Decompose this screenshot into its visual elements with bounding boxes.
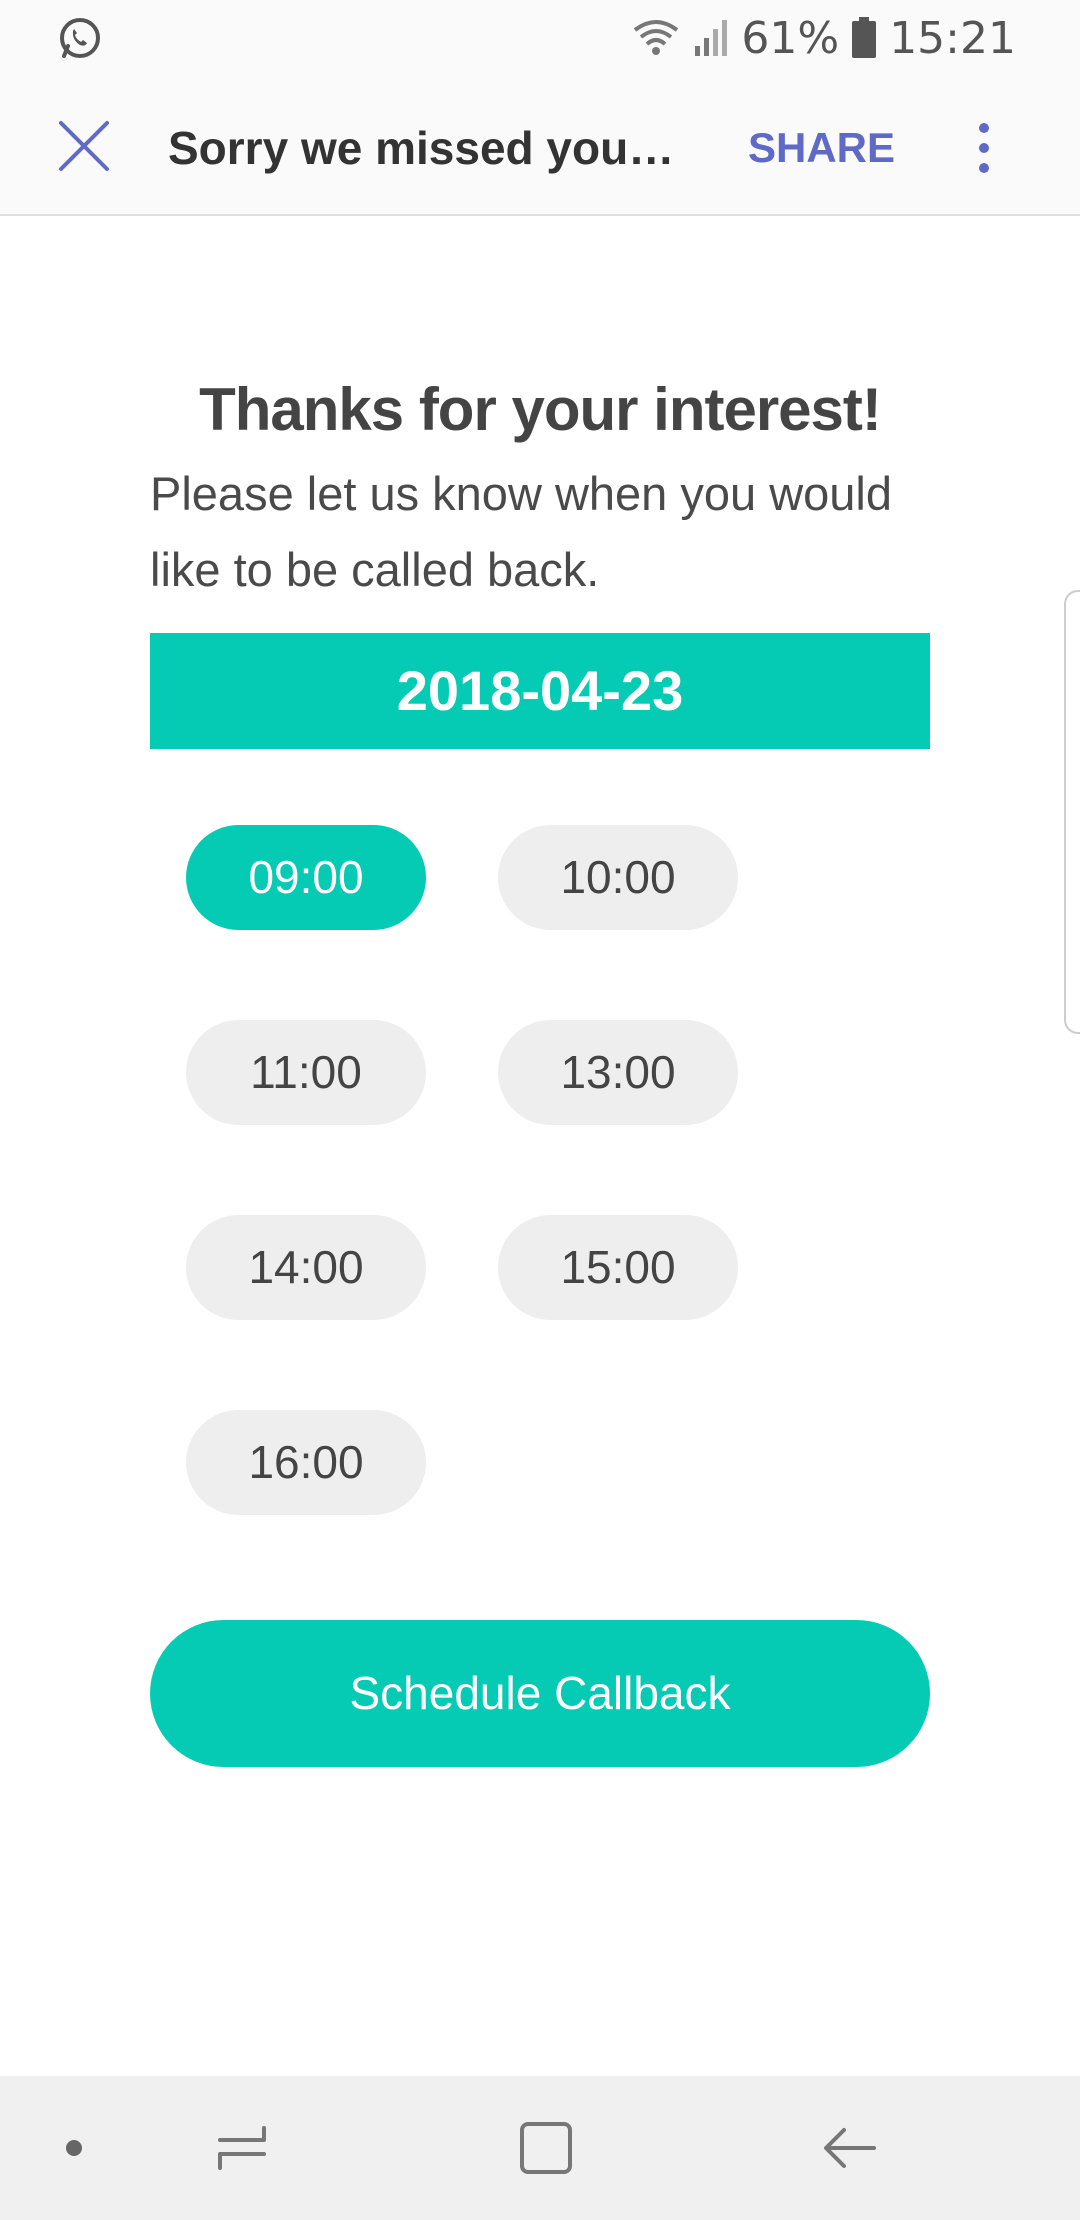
more-vert-icon	[979, 123, 989, 133]
clock: 15:21	[889, 12, 1016, 64]
edge-panel-handle[interactable]	[1064, 590, 1080, 1034]
callback-prompt: Please let us know when you would like t…	[150, 467, 892, 596]
share-button[interactable]: SHARE	[748, 116, 895, 180]
time-slot-1600[interactable]: 16:00	[186, 1410, 426, 1515]
home-button[interactable]	[516, 2118, 576, 2178]
battery-icon	[852, 17, 877, 58]
nav-dot-icon[interactable]	[66, 2140, 82, 2156]
time-slot-0900[interactable]: 09:00	[186, 825, 426, 930]
recents-button[interactable]	[214, 2120, 270, 2176]
back-button[interactable]	[820, 2118, 880, 2178]
close-button[interactable]	[52, 114, 116, 178]
time-slot-1100[interactable]: 11:00	[186, 1020, 426, 1125]
date-selector[interactable]: 2018-04-23	[150, 633, 930, 749]
wifi-icon	[634, 20, 679, 55]
navigation-bar	[0, 2076, 1080, 2220]
time-slot-1400[interactable]: 14:00	[186, 1215, 426, 1320]
time-slot-1300[interactable]: 13:00	[498, 1020, 738, 1125]
signal-icon	[695, 20, 728, 56]
thanks-heading: Thanks for your interest!	[199, 376, 882, 443]
time-slot-1000[interactable]: 10:00	[498, 825, 738, 930]
app-bar: Sorry we missed your c… SHARE	[0, 80, 1080, 216]
close-icon	[59, 121, 109, 171]
time-slot-1500[interactable]: 15:00	[498, 1215, 738, 1320]
status-bar: 61% 15:21	[0, 0, 1080, 80]
status-indicators: 61% 15:21	[631, 12, 1016, 64]
home-icon	[520, 2122, 572, 2174]
more-options-button[interactable]	[960, 108, 1008, 188]
recents-icon	[218, 2126, 266, 2170]
whatsapp-notification-icon	[56, 14, 104, 62]
back-arrow-icon	[824, 2128, 876, 2168]
page-title: Sorry we missed your c…	[168, 122, 688, 174]
battery-percent: 61%	[741, 12, 840, 64]
schedule-callback-button[interactable]: Schedule Callback	[150, 1620, 930, 1767]
